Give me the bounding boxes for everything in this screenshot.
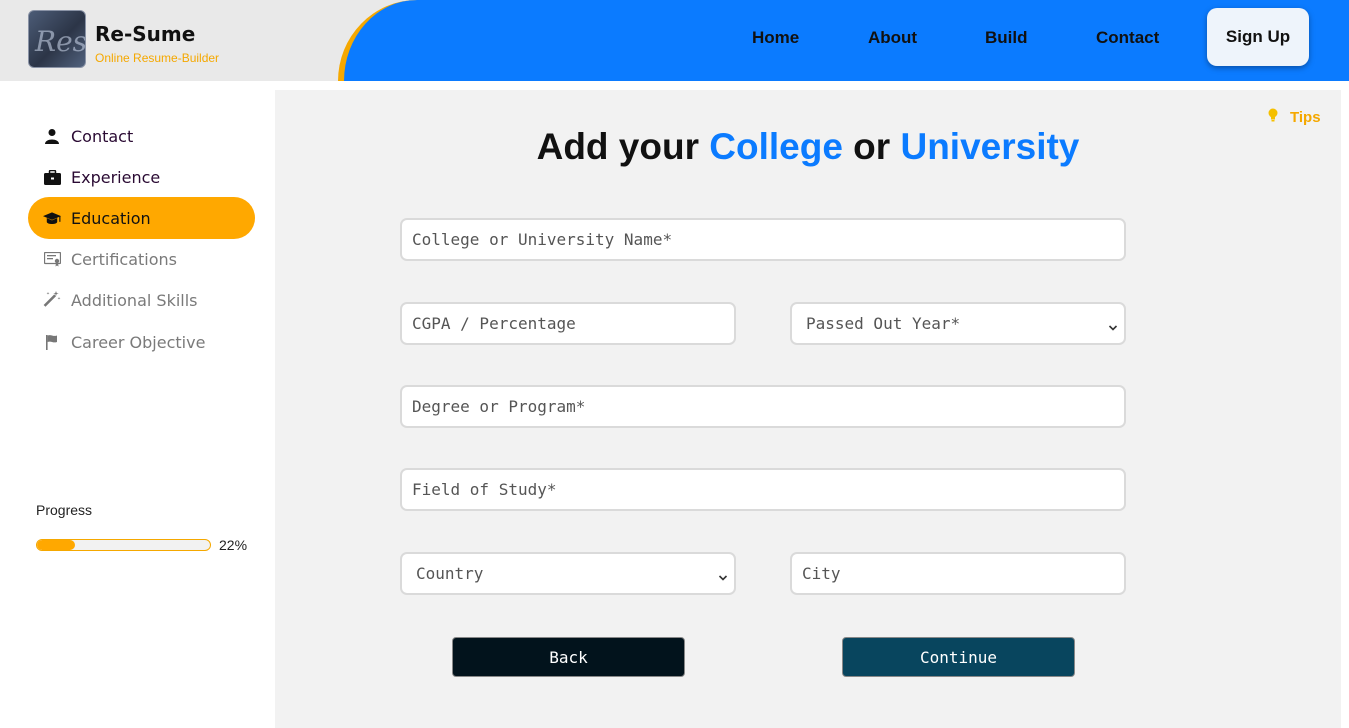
header-blue-banner	[338, 0, 1349, 81]
back-button[interactable]: Back	[452, 637, 685, 677]
sidebar-item-additional-skills[interactable]: Additional Skills	[28, 279, 255, 321]
brand-name[interactable]: Re-Sume	[95, 22, 195, 46]
title-part-1: Add your	[536, 126, 710, 167]
progress-label: Progress	[36, 502, 93, 518]
title-highlight-university: University	[900, 126, 1080, 167]
tips-link[interactable]: Tips	[1268, 108, 1321, 126]
nav-build[interactable]: Build	[985, 28, 1028, 48]
lightbulb-icon	[1268, 108, 1278, 126]
nav-home[interactable]: Home	[752, 28, 799, 48]
chevron-down-icon	[1108, 318, 1118, 337]
progress-bar	[36, 539, 211, 551]
sidebar-item-label: Education	[71, 208, 151, 228]
degree-input[interactable]	[400, 385, 1126, 428]
sidebar-item-contact[interactable]: Contact	[28, 115, 255, 157]
sidebar-item-label: Contact	[71, 126, 134, 146]
college-name-input[interactable]	[400, 218, 1126, 261]
passed-year-selected-value: Passed Out Year*	[806, 314, 961, 333]
title-highlight-college: College	[709, 126, 843, 167]
sign-up-button[interactable]: Sign Up	[1207, 8, 1309, 66]
sidebar-item-certifications[interactable]: Certifications	[28, 238, 255, 280]
user-icon	[43, 127, 61, 145]
brand-logo[interactable]: Res	[28, 10, 86, 68]
graduation-cap-icon	[43, 209, 61, 227]
passed-year-select[interactable]: Passed Out Year*	[790, 302, 1126, 345]
city-input[interactable]	[790, 552, 1126, 595]
page-title: Add your College or University	[275, 126, 1341, 168]
certificate-icon	[43, 250, 61, 268]
sidebar-item-experience[interactable]: Experience	[28, 156, 255, 198]
brand-logo-text: Res	[35, 25, 86, 58]
magic-wand-icon	[43, 291, 61, 309]
progress-bar-fill	[37, 540, 76, 550]
briefcase-icon	[43, 168, 61, 186]
chevron-down-icon	[718, 568, 728, 587]
flag-icon	[43, 333, 61, 351]
title-part-2: or	[842, 126, 901, 167]
sidebar-item-label: Experience	[71, 167, 161, 187]
nav-contact[interactable]: Contact	[1096, 28, 1159, 48]
sidebar-item-label: Certifications	[71, 249, 177, 269]
sidebar-item-label: Career Objective	[71, 332, 206, 352]
brand-tagline: Online Resume-Builder	[95, 51, 220, 65]
sidebar-item-label: Additional Skills	[71, 290, 198, 310]
tips-label: Tips	[1290, 108, 1321, 126]
cgpa-input[interactable]	[400, 302, 736, 345]
country-select[interactable]: Country	[400, 552, 736, 595]
field-of-study-input[interactable]	[400, 468, 1126, 511]
progress-percent: 22%	[219, 537, 248, 553]
sidebar-item-education[interactable]: Education	[28, 197, 255, 239]
country-selected-value: Country	[416, 564, 484, 583]
nav-about[interactable]: About	[868, 28, 917, 48]
sidebar-item-career-objective[interactable]: Career Objective	[28, 321, 255, 363]
continue-button[interactable]: Continue	[842, 637, 1075, 677]
